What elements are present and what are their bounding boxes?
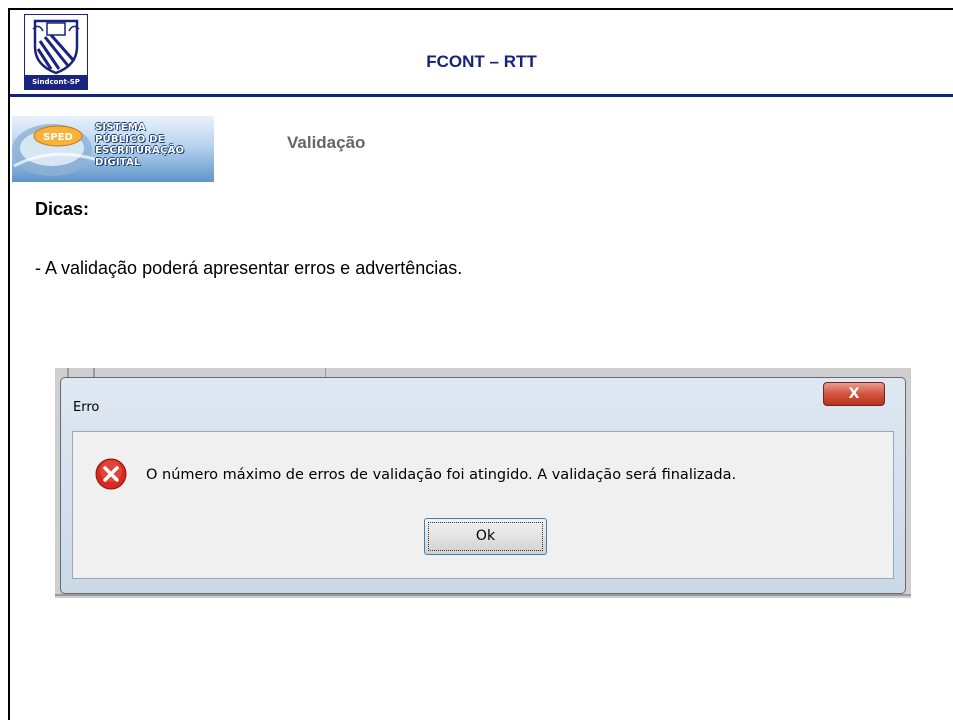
header-divider	[10, 94, 953, 97]
logo-caption: Sindcont-SP	[25, 75, 87, 89]
sped-banner: SPED SISTEMA PÚBLICO DE ESCRITURAÇÃO DIG…	[12, 116, 214, 182]
dialog-screenshot: Erro X O número máximo de erros de valid…	[55, 368, 911, 598]
error-icon	[95, 458, 127, 490]
tips-text: - A validação poderá apresentar erros e …	[35, 258, 463, 278]
dialog-body: O número máximo de erros de validação fo…	[72, 431, 894, 579]
dialog-message: O número máximo de erros de validação fo…	[146, 467, 737, 483]
sped-line: DIGITAL	[95, 156, 141, 168]
slide-frame-top	[8, 8, 953, 10]
background-gridline	[55, 594, 911, 596]
sped-badge-text: SPED	[43, 132, 73, 143]
sped-line: ESCRITURAÇÃO	[95, 145, 185, 156]
error-dialog: Erro X O número máximo de erros de valid…	[60, 377, 906, 594]
close-button[interactable]: X	[823, 382, 885, 406]
dialog-title: Erro	[73, 400, 100, 415]
tips-heading: Dicas:	[35, 199, 90, 219]
sped-line: PÚBLICO DE	[95, 133, 165, 145]
sped-line: SISTEMA	[95, 122, 146, 133]
page-title: FCONT – RTT	[426, 52, 537, 71]
ok-button-focus-ring	[428, 522, 543, 551]
sped-globe-icon: SPED	[12, 124, 98, 176]
sped-banner-text: SISTEMA PÚBLICO DE ESCRITURAÇÃO DIGITAL	[95, 122, 213, 168]
ok-button[interactable]: Ok	[424, 518, 547, 555]
section-title: Validação	[287, 133, 366, 152]
slide-frame-left	[8, 8, 10, 720]
